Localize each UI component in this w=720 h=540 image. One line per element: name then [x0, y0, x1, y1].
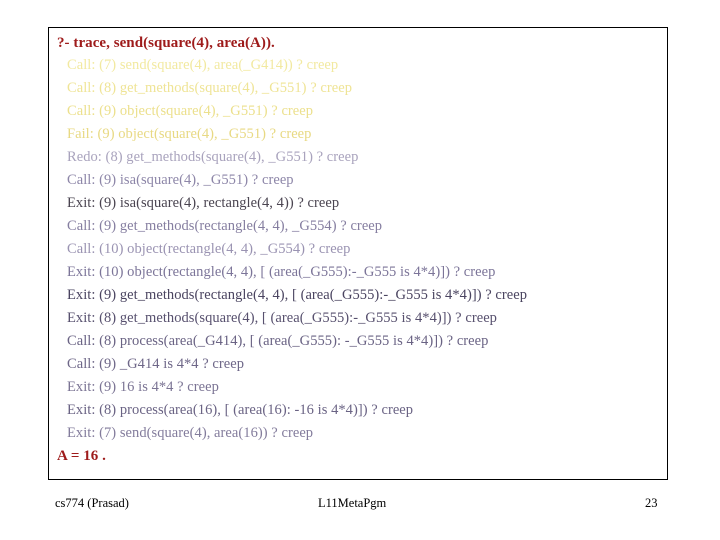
trace-result-line: A = 16 .	[57, 448, 106, 464]
prolog-trace-box: ?- trace, send(square(4), area(A)). Call…	[48, 27, 668, 480]
trace-line: Call: (9) get_methods(rectangle(4, 4), _…	[67, 218, 383, 234]
footer-deck-label: L11MetaPgm	[318, 496, 387, 510]
trace-line: Call: (8) get_methods(square(4), _G551) …	[67, 80, 353, 96]
trace-line: Exit: (9) get_methods(rectangle(4, 4), […	[67, 287, 528, 303]
trace-line: Exit: (9) isa(square(4), rectangle(4, 4)…	[67, 195, 340, 211]
trace-line: Fail: (9) object(square(4), _G551) ? cre…	[67, 126, 312, 142]
trace-line: Exit: (8) process(area(16), [ (area(16):…	[67, 402, 414, 418]
trace-query-line: ?- trace, send(square(4), area(A)).	[57, 35, 275, 51]
trace-line: Call: (9) isa(square(4), _G551) ? creep	[67, 172, 294, 188]
trace-line: Call: (7) send(square(4), area(_G414)) ?…	[67, 57, 339, 73]
trace-line: Exit: (7) send(square(4), area(16)) ? cr…	[67, 425, 314, 441]
footer-course-label: cs774 (Prasad)	[55, 496, 129, 510]
trace-line: Call: (8) process(area(_G414), [ (area(_…	[67, 333, 489, 349]
trace-line: Exit: (10) object(rectangle(4, 4), [ (ar…	[67, 264, 496, 280]
trace-line: Exit: (9) 16 is 4*4 ? creep	[67, 379, 219, 395]
trace-line: Redo: (8) get_methods(square(4), _G551) …	[67, 149, 359, 165]
trace-line: Call: (10) object(rectangle(4, 4), _G554…	[67, 241, 351, 257]
trace-line: Call: (9) object(square(4), _G551) ? cre…	[67, 103, 314, 119]
trace-line: Call: (9) _G414 is 4*4 ? creep	[67, 356, 245, 372]
trace-line: Exit: (8) get_methods(square(4), [ (area…	[67, 310, 497, 326]
footer-page-number: 23	[645, 496, 658, 510]
slide-footer: cs774 (Prasad) L11MetaPgm 23	[0, 496, 720, 516]
